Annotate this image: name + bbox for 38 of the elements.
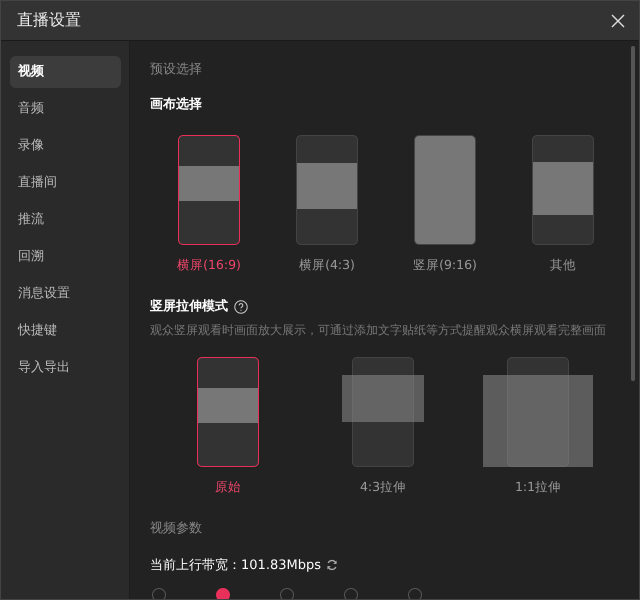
radio-button[interactable] xyxy=(408,588,422,599)
option-label: 1:1拉伸 xyxy=(514,479,562,496)
help-icon[interactable] xyxy=(234,300,248,314)
bandwidth-value: 101.83Mbps xyxy=(241,558,321,572)
close-icon[interactable] xyxy=(611,14,625,28)
option-label: 原始 xyxy=(215,479,241,496)
layout-option-card[interactable] xyxy=(178,135,240,245)
sidebar-item[interactable]: 消息设置 xyxy=(10,278,121,310)
radio-button[interactable] xyxy=(152,588,166,599)
section-title: 竖屏拉伸模式 xyxy=(150,298,228,316)
layout-option-card[interactable] xyxy=(532,135,594,245)
sidebar-item[interactable]: 直播间 xyxy=(10,167,121,199)
bandwidth-label: 当前上行带宽： xyxy=(150,557,241,574)
option-label: 4:3拉伸 xyxy=(360,479,406,496)
section-title: 画布选择 xyxy=(150,96,203,114)
layout-option-card[interactable] xyxy=(296,135,358,245)
sidebar-item[interactable]: 导入导出 xyxy=(10,352,121,384)
section-heading: 视频参数 xyxy=(150,520,203,538)
radio-button[interactable] xyxy=(216,588,230,599)
sidebar-item[interactable]: 录像 xyxy=(10,130,121,162)
refresh-icon[interactable] xyxy=(326,559,338,571)
sidebar-item[interactable]: 快捷键 xyxy=(10,315,121,347)
option-label: 其他 xyxy=(550,257,576,274)
radio-button[interactable] xyxy=(344,588,358,599)
sidebar-item[interactable]: 音频 xyxy=(10,93,121,125)
sidebar-item[interactable]: 回溯 xyxy=(10,241,121,273)
window-title: 直播设置 xyxy=(17,10,81,31)
sidebar-item[interactable]: 推流 xyxy=(10,204,121,236)
description-text: 观众竖屏观看时画面放大展示，可通过添加文字贴纸等方式提醒观众横屏观看完整画面 xyxy=(150,322,607,339)
scrollbar[interactable] xyxy=(631,46,635,381)
sidebar-item[interactable]: 视频 xyxy=(10,56,121,88)
section-heading: 预设选择 xyxy=(150,61,203,79)
option-label: 横屏(4:3) xyxy=(299,257,355,274)
layout-option-card[interactable] xyxy=(414,135,476,245)
option-label: 横屏(16:9) xyxy=(177,257,241,274)
option-label: 竖屏(9:16) xyxy=(413,257,477,274)
radio-button[interactable] xyxy=(280,588,294,599)
layout-option-card[interactable] xyxy=(197,357,259,467)
